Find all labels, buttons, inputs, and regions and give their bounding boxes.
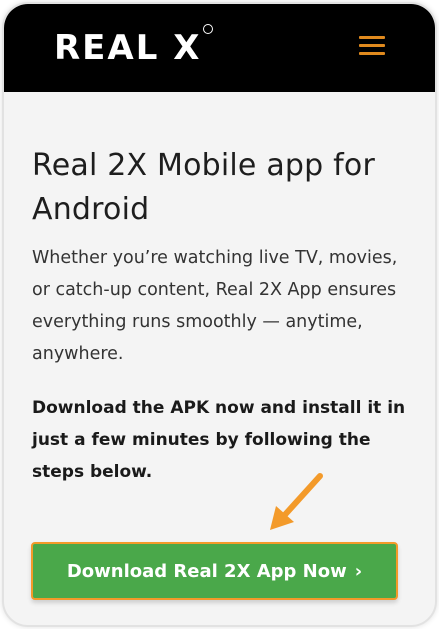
phone-frame: REAL X Real 2X Mobile app for Android Wh… [2, 2, 437, 627]
pointer-arrow-icon [270, 473, 323, 530]
download-app-button[interactable]: Download Real 2X App Now › [31, 542, 398, 600]
registered-mark-icon [203, 24, 214, 34]
page-title: Real 2X Mobile app for Android [32, 148, 375, 227]
main-content: Real 2X Mobile app for Android Whether y… [32, 144, 417, 488]
install-instructions: Download the APK now and install it in j… [32, 398, 406, 482]
logo-text: REAL X [54, 28, 202, 68]
hamburger-menu-icon[interactable] [359, 36, 385, 56]
site-header: REAL X [4, 4, 435, 92]
intro-description: Whether you’re watching live TV, movies,… [32, 248, 398, 364]
brand-logo[interactable]: REAL X [54, 24, 214, 68]
chevron-right-icon: › [354, 560, 363, 582]
download-button-label: Download Real 2X App Now [66, 560, 347, 582]
